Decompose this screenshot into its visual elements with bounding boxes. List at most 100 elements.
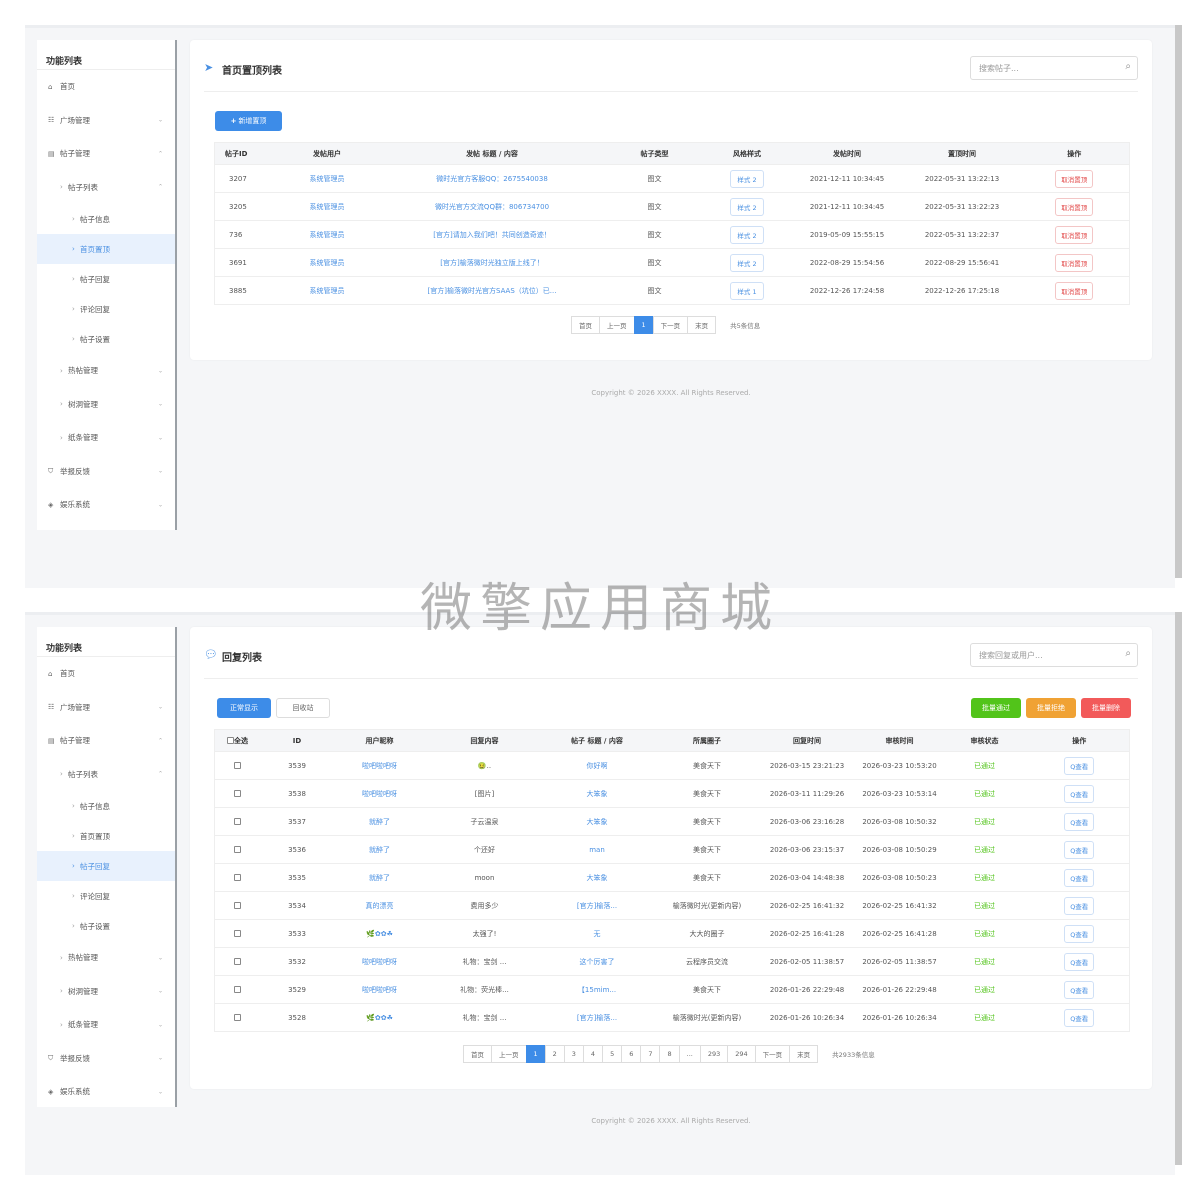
sidebar-item-notes[interactable]: › 纸条管理 ⌄ [37, 421, 175, 455]
select-all-checkbox[interactable] [227, 737, 234, 744]
view-button[interactable]: Q查看 [1064, 952, 1095, 971]
pager-page[interactable]: ... [678, 1045, 701, 1063]
pager-next[interactable]: 下一页 [754, 1045, 791, 1063]
sidebar-item-tree-hole[interactable]: › 树洞管理 ⌄ [37, 975, 175, 1009]
batch-reject-button[interactable]: 批量拒绝 [1026, 698, 1076, 718]
sidebar-item-posts[interactable]: ▤ 帖子管理 ⌃ [37, 137, 175, 171]
post-user-link[interactable]: 系统管理员 [274, 248, 380, 277]
sidebar-item-comment-replies[interactable]: › 评论回复 [37, 294, 175, 324]
pager-last[interactable]: 末页 [687, 316, 717, 334]
select-all-header[interactable]: 全选 [214, 729, 270, 752]
user-nickname-link[interactable]: 就醉了 [324, 835, 435, 864]
sidebar-item-post-list[interactable]: › 帖子列表 ⌃ [37, 758, 175, 792]
sidebar-item-posts[interactable]: ▤ 帖子管理 ⌃ [37, 724, 175, 758]
view-button[interactable]: Q查看 [1064, 980, 1095, 999]
sidebar-item-post-settings[interactable]: › 帖子设置 [37, 911, 175, 941]
sidebar-item-home[interactable]: ⌂ 首页 [37, 70, 175, 104]
sidebar-item-home[interactable]: ⌂ 首页 [37, 657, 175, 691]
post-content-link[interactable]: 微时光官方客服QQ：2675540038 [379, 164, 605, 193]
sidebar-item-post-info[interactable]: › 帖子信息 [37, 791, 175, 821]
post-title-link[interactable]: 【15mim... [534, 975, 660, 1004]
row-checkbox[interactable] [234, 1014, 241, 1021]
user-nickname-link[interactable]: 就醉了 [324, 807, 435, 836]
unpin-button[interactable]: 取消置顶 [1055, 169, 1094, 188]
sidebar-item-comment-replies[interactable]: › 评论回复 [37, 881, 175, 911]
pager-first[interactable]: 首页 [571, 316, 600, 334]
sidebar-item-notes[interactable]: › 纸条管理 ⌄ [37, 1008, 175, 1042]
view-button[interactable]: Q查看 [1064, 896, 1095, 915]
sidebar-item-post-replies[interactable]: › 帖子回复 [37, 264, 175, 294]
view-button[interactable]: Q查看 [1064, 1008, 1095, 1027]
row-checkbox[interactable] [234, 986, 241, 993]
unpin-button[interactable]: 取消置顶 [1055, 225, 1094, 244]
sidebar-item-post-replies[interactable]: › 帖子回复 [37, 851, 175, 881]
unpin-button[interactable]: 取消置顶 [1055, 197, 1094, 216]
post-content-link[interactable]: [官方]榆落微时光独立版上线了！ [379, 248, 605, 277]
row-checkbox[interactable] [234, 818, 241, 825]
pager-first[interactable]: 首页 [463, 1045, 492, 1063]
post-title-link[interactable]: 大笨象 [534, 779, 660, 808]
pager-page[interactable]: 3 [563, 1045, 584, 1063]
batch-delete-button[interactable]: 批量删除 [1081, 698, 1131, 718]
post-content-link[interactable]: [官方]榆落微时光官方SAAS（坑位）已... [379, 276, 605, 305]
pager-page[interactable]: 5 [602, 1045, 623, 1063]
sidebar-item-post-info[interactable]: › 帖子信息 [37, 204, 175, 234]
post-title-link[interactable]: 这个厉害了 [534, 947, 660, 976]
row-checkbox[interactable] [234, 762, 241, 769]
row-checkbox[interactable] [234, 902, 241, 909]
pager-page[interactable]: 293 [699, 1045, 729, 1063]
post-content-link[interactable]: [官方]请加入我们吧！共同创造奇迹！ [379, 220, 605, 249]
sidebar-item-entertainment[interactable]: ◈ 娱乐系统 ⌄ [37, 1075, 175, 1109]
post-title-link[interactable]: 无 [534, 919, 660, 948]
search-icon[interactable]: ⌕ [1125, 61, 1131, 72]
user-nickname-link[interactable]: 啦吧啦吧呀 [324, 751, 435, 780]
row-checkbox[interactable] [234, 874, 241, 881]
post-user-link[interactable]: 系统管理员 [274, 164, 380, 193]
view-button[interactable]: Q查看 [1064, 812, 1095, 831]
unpin-button[interactable]: 取消置顶 [1055, 253, 1094, 272]
view-button[interactable]: Q查看 [1064, 784, 1095, 803]
pager-page[interactable]: 294 [727, 1045, 756, 1063]
sidebar-item-post-list[interactable]: › 帖子列表 ⌃ [37, 171, 175, 205]
tab-recycle-bin[interactable]: 回收站 [276, 698, 330, 718]
sidebar-item-square[interactable]: ☷ 广场管理 ⌄ [37, 691, 175, 725]
user-nickname-link[interactable]: 🌿✿✿☘ [324, 919, 435, 948]
pager-prev[interactable]: 上一页 [599, 316, 635, 334]
pager-page[interactable]: 2 [544, 1045, 565, 1063]
sidebar-item-entertainment[interactable]: ◈ 娱乐系统 ⌄ [37, 488, 175, 522]
scrollbar[interactable] [1175, 612, 1182, 1165]
post-title-link[interactable]: man [534, 835, 660, 864]
pager-last[interactable]: 末页 [789, 1045, 819, 1063]
add-pinned-button[interactable]: + 新增置顶 [215, 111, 282, 131]
view-button[interactable]: Q查看 [1064, 924, 1095, 943]
sidebar-item-hot-posts[interactable]: › 热帖管理 ⌄ [37, 941, 175, 975]
view-button[interactable]: Q查看 [1064, 868, 1095, 887]
user-nickname-link[interactable]: 真的漂亮 [324, 891, 435, 920]
sidebar-item-tree-hole[interactable]: › 树洞管理 ⌄ [37, 388, 175, 422]
batch-pass-button[interactable]: 批量通过 [971, 698, 1021, 718]
pager-page[interactable]: 1 [525, 1045, 546, 1063]
post-title-link[interactable]: 大笨象 [534, 807, 660, 836]
post-content-link[interactable]: 微时光官方交流QQ群：806734700 [379, 192, 605, 221]
pager-page[interactable]: 8 [659, 1045, 680, 1063]
user-nickname-link[interactable]: 啦吧啦吧呀 [324, 947, 435, 976]
view-button[interactable]: Q查看 [1064, 840, 1095, 859]
sidebar-item-home-pinned[interactable]: › 首页置顶 [37, 821, 175, 851]
pager-page[interactable]: 1 [633, 316, 654, 334]
pager-page[interactable]: 4 [582, 1045, 604, 1063]
user-nickname-link[interactable]: 啦吧啦吧呀 [324, 779, 435, 808]
unpin-button[interactable]: 取消置顶 [1055, 281, 1094, 300]
search-icon[interactable]: ⌕ [1125, 648, 1131, 659]
sidebar-item-reports[interactable]: ⛉ 举报反馈 ⌄ [37, 455, 175, 489]
post-title-link[interactable]: 你好啊 [534, 751, 660, 780]
search-input[interactable] [971, 57, 1111, 79]
post-user-link[interactable]: 系统管理员 [274, 192, 380, 221]
row-checkbox[interactable] [234, 930, 241, 937]
scrollbar[interactable] [1175, 25, 1182, 578]
row-checkbox[interactable] [234, 790, 241, 797]
sidebar-item-hot-posts[interactable]: › 热帖管理 ⌄ [37, 354, 175, 388]
user-nickname-link[interactable]: 啦吧啦吧呀 [324, 975, 435, 1004]
sidebar-item-post-settings[interactable]: › 帖子设置 [37, 324, 175, 354]
post-user-link[interactable]: 系统管理员 [274, 276, 380, 305]
search-input[interactable] [971, 644, 1111, 666]
